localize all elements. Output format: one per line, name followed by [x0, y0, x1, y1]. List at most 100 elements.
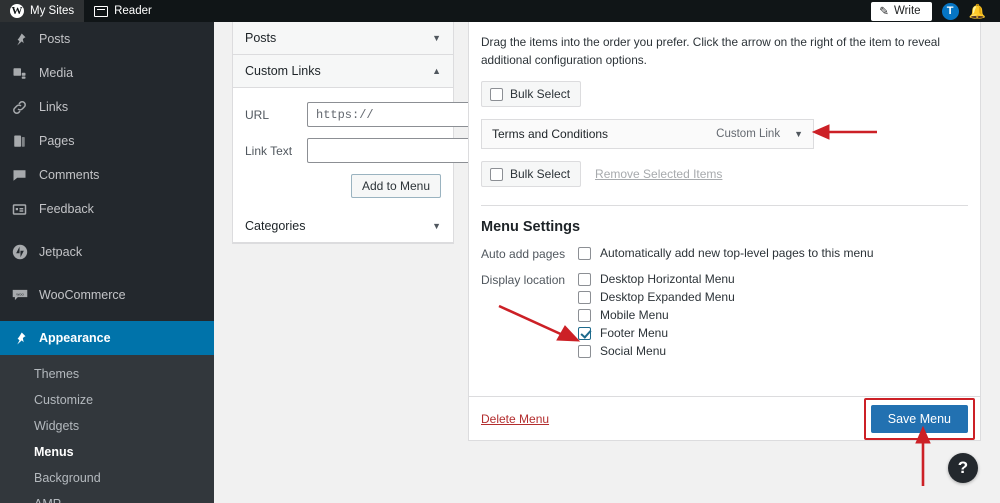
write-label: Write: [893, 4, 921, 17]
sidebar-label: WooCommerce: [39, 288, 126, 302]
remove-selected-items-link[interactable]: Remove Selected Items: [595, 167, 722, 181]
chevron-down-icon: ▼: [432, 220, 441, 231]
sidebar-label: Links: [39, 100, 69, 114]
custom-links-body: URL Link Text Add to Menu: [233, 88, 480, 210]
save-menu-wrapper: Save Menu: [863, 397, 975, 440]
masterbar-reader[interactable]: Reader: [84, 0, 162, 22]
sidebar-subitem-menus[interactable]: Menus: [0, 439, 214, 465]
sidebar-label: Pages: [39, 134, 75, 148]
admin-sidebar: Posts Media Links Pages Comments Feedbac…: [0, 22, 214, 503]
masterbar-my-sites[interactable]: W My Sites: [0, 0, 85, 22]
appearance-icon: [10, 329, 29, 348]
link-icon: [10, 98, 29, 117]
checkbox-checked-icon[interactable]: [578, 326, 591, 340]
sidebar-item-posts[interactable]: Posts: [0, 22, 214, 56]
display-location-row: Display location Desktop Horizontal Menu…: [481, 272, 968, 358]
menu-item-title: Terms and Conditions: [492, 127, 609, 142]
bell-icon[interactable]: 🔔: [969, 4, 986, 18]
location-option-footer[interactable]: Footer Menu: [578, 326, 735, 340]
menu-structure-description: Drag the items into the order you prefer…: [481, 35, 940, 67]
checkbox-icon[interactable]: [490, 87, 503, 101]
sidebar-subitem-customize[interactable]: Customize: [0, 387, 214, 413]
chevron-down-icon[interactable]: ▼: [794, 129, 803, 139]
accordion-title: Categories: [245, 219, 306, 233]
sidebar-item-jetpack[interactable]: Jetpack: [0, 235, 214, 269]
sidebar-item-comments[interactable]: Comments: [0, 158, 214, 192]
sidebar-subitem-background[interactable]: Background: [0, 465, 214, 491]
menu-settings-title: Menu Settings: [481, 219, 581, 236]
sidebar-divider-3: [0, 312, 214, 321]
checkbox-icon[interactable]: [578, 246, 591, 260]
accordion-header-custom-links[interactable]: Custom Links ▲: [233, 55, 453, 88]
add-to-menu-row: Add to Menu: [245, 174, 441, 198]
reader-label: Reader: [114, 5, 152, 17]
sidebar-subitem-themes[interactable]: Themes: [0, 361, 214, 387]
accordion-header-categories[interactable]: Categories ▼: [233, 210, 453, 243]
my-sites-label: My Sites: [30, 5, 75, 17]
menu-structure-panel: Drag the items into the order you prefer…: [468, 22, 981, 441]
sidebar-item-appearance[interactable]: Appearance: [0, 321, 214, 355]
checkbox-icon[interactable]: [578, 308, 591, 322]
checkbox-icon[interactable]: [578, 290, 591, 304]
woocommerce-icon: woo: [10, 286, 29, 305]
accordion-title: Custom Links: [245, 64, 321, 78]
reader-icon: [94, 5, 109, 17]
sidebar-subitem-widgets[interactable]: Widgets: [0, 413, 214, 439]
sidebar-divider-2: [0, 269, 214, 278]
menu-panel-footer: Delete Menu Save Menu: [469, 396, 980, 440]
avatar[interactable]: T: [941, 2, 959, 20]
sidebar-label: Feedback: [39, 202, 94, 216]
link-text-input[interactable]: [307, 138, 480, 163]
sidebar-item-pages[interactable]: Pages: [0, 124, 214, 158]
auto-add-options: Automatically add new top-level pages to…: [578, 246, 874, 261]
location-option-desktop-horizontal[interactable]: Desktop Horizontal Menu: [578, 272, 735, 286]
wordpress-admin-screen: W My Sites Reader ✎ Write T 🔔 Posts Medi…: [0, 0, 1000, 503]
option-label: Automatically add new top-level pages to…: [600, 246, 874, 261]
link-text-field-row: Link Text: [245, 138, 480, 163]
delete-menu-link[interactable]: Delete Menu: [481, 412, 549, 426]
jetpack-icon: [10, 243, 29, 262]
auto-add-pages-row: Auto add pages Automatically add new top…: [481, 246, 968, 261]
sidebar-item-media[interactable]: Media: [0, 56, 214, 90]
sidebar-item-woocommerce[interactable]: woo WooCommerce: [0, 278, 214, 312]
option-label: Desktop Horizontal Menu: [600, 272, 735, 287]
option-label: Mobile Menu: [600, 308, 669, 323]
help-button[interactable]: ?: [948, 453, 978, 483]
sidebar-subitem-amp[interactable]: AMP: [0, 491, 214, 503]
bulk-actions-row: Bulk Select Remove Selected Items: [481, 161, 968, 188]
checkbox-icon[interactable]: [578, 344, 591, 358]
menu-item-terms-and-conditions[interactable]: Terms and Conditions Custom Link ▼: [481, 119, 814, 150]
add-to-menu-button[interactable]: Add to Menu: [350, 174, 441, 198]
accordion-header-posts[interactable]: Posts ▼: [233, 22, 453, 55]
wordpress-logo-icon: W: [10, 4, 24, 18]
url-input[interactable]: [307, 102, 477, 127]
menu-item-type: Custom Link: [716, 128, 781, 141]
sidebar-divider-1: [0, 226, 214, 235]
location-option-desktop-expanded[interactable]: Desktop Expanded Menu: [578, 290, 735, 304]
write-button[interactable]: ✎ Write: [871, 1, 932, 21]
checkbox-icon[interactable]: [490, 167, 503, 181]
sidebar-label: Media: [39, 66, 74, 80]
auto-add-pages-option[interactable]: Automatically add new top-level pages to…: [578, 246, 874, 260]
bulk-select-button-top[interactable]: Bulk Select: [481, 81, 582, 108]
feedback-icon: [10, 200, 29, 219]
pencil-icon: ✎: [879, 5, 889, 18]
sidebar-item-links[interactable]: Links: [0, 90, 214, 124]
add-menu-items-panel: Posts ▼ Custom Links ▲ URL Link Text Add…: [232, 22, 480, 244]
sidebar-item-feedback[interactable]: Feedback: [0, 192, 214, 226]
auto-add-pages-label: Auto add pages: [481, 247, 566, 262]
option-label: Social Menu: [600, 344, 667, 359]
comment-icon: [10, 166, 29, 185]
bulk-select-label: Bulk Select: [510, 87, 571, 102]
checkbox-icon[interactable]: [578, 272, 591, 286]
location-option-mobile[interactable]: Mobile Menu: [578, 308, 735, 322]
media-icon: [10, 64, 29, 83]
pin-icon: [10, 30, 29, 49]
location-option-social[interactable]: Social Menu: [578, 344, 735, 358]
save-menu-button[interactable]: Save Menu: [870, 404, 968, 433]
url-field-row: URL: [245, 102, 477, 127]
accordion-title: Posts: [245, 31, 277, 45]
svg-text:woo: woo: [16, 291, 24, 296]
bulk-select-button-bottom[interactable]: Bulk Select: [481, 161, 582, 188]
display-location-label: Display location: [481, 273, 566, 288]
